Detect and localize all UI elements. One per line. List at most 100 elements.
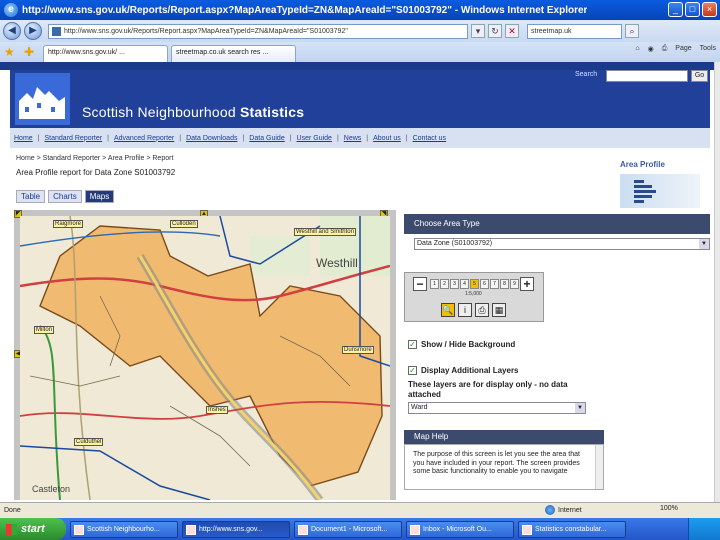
show-hide-background-label: Show / Hide Background xyxy=(421,340,516,349)
nav-separator: | xyxy=(179,134,182,142)
ie-logo-icon: e xyxy=(4,3,18,17)
browser-search-input[interactable]: streetmap.uk xyxy=(527,23,622,39)
map-toolbar: − 1 2 3 4 5 6 7 8 9 + 1:5,000 🔍 i ⎙ ▦ xyxy=(404,272,544,322)
zoom-step[interactable]: 8 xyxy=(500,279,509,289)
site-search-input[interactable] xyxy=(606,70,688,82)
forward-button[interactable]: ▶ xyxy=(24,22,42,40)
taskbar-item[interactable]: Document1 - Microsoft... xyxy=(294,520,402,538)
status-bar: Done Internet 100% xyxy=(0,502,720,518)
map-help-scrollbar[interactable] xyxy=(595,445,603,489)
taskbar-item[interactable]: Inbox - Microsoft Ou... xyxy=(406,520,514,538)
favorites-star-icon[interactable]: ★ xyxy=(4,45,18,59)
browser-tab-sns[interactable]: http://www.sns.gov.uk/ ... xyxy=(43,45,168,62)
status-text: Done xyxy=(4,507,21,514)
url-input[interactable]: http://www.sns.gov.uk/Reports/Report.asp… xyxy=(48,23,468,39)
map-label-raigmore: Raigmore xyxy=(53,220,84,228)
taskbar-item[interactable]: Statistics constabular... xyxy=(518,520,626,538)
home-icon[interactable]: ⌂ xyxy=(635,45,639,53)
zoom-out-button[interactable]: − xyxy=(413,277,427,291)
area-type-select[interactable]: Data Zone (S01003792) ▼ xyxy=(414,238,710,250)
nav-separator: | xyxy=(405,134,408,142)
breadcrumb[interactable]: Home > Standard Reporter > Area Profile … xyxy=(16,155,173,162)
print-map-icon[interactable]: ⎙ xyxy=(475,303,489,317)
show-hide-background-checkbox[interactable]: ✓ xyxy=(408,340,417,349)
zoom-step[interactable]: 2 xyxy=(440,279,449,289)
nav-separator: | xyxy=(289,134,292,142)
window-title-bar: e http://www.sns.gov.uk/Reports/Report.a… xyxy=(0,0,720,20)
system-tray[interactable] xyxy=(688,518,720,540)
browser-tab-row: ★ ✚ http://www.sns.gov.uk/ ... streetmap… xyxy=(0,42,720,62)
taskbar-item[interactable]: Scottish Neighbourho... xyxy=(70,520,178,538)
nav-separator: | xyxy=(336,134,339,142)
taskbar-label: Document1 - Microsoft... xyxy=(311,525,388,533)
nav-user-guide[interactable]: User Guide xyxy=(297,135,332,142)
nav-news[interactable]: News xyxy=(344,135,362,142)
taskbar-item[interactable]: http://www.sns.gov... xyxy=(182,520,290,538)
show-hide-background-row[interactable]: ✓ Show / Hide Background xyxy=(408,340,515,349)
layers-tool-icon[interactable]: ▦ xyxy=(492,303,506,317)
zoom-step[interactable]: 1 xyxy=(430,279,439,289)
zoom-step[interactable]: 9 xyxy=(510,279,519,289)
zoom-step[interactable]: 3 xyxy=(450,279,459,289)
nav-home[interactable]: Home xyxy=(14,135,33,142)
feeds-icon[interactable]: ◉ xyxy=(648,45,654,53)
url-text: http://www.sns.gov.uk/Reports/Report.asp… xyxy=(64,27,348,35)
nav-data-downloads[interactable]: Data Downloads xyxy=(186,135,237,142)
area-map[interactable]: Raigmore Culloden Westhill and Smithton … xyxy=(20,216,390,500)
nav-advanced-reporter[interactable]: Advanced Reporter xyxy=(114,135,174,142)
page-scrollbar[interactable] xyxy=(714,62,720,502)
page-title: Area Profile report for Data Zone S01003… xyxy=(16,168,176,177)
nav-separator: | xyxy=(107,134,109,142)
back-button[interactable]: ◀ xyxy=(3,22,21,40)
stop-icon[interactable]: ✕ xyxy=(505,24,519,38)
nav-standard-reporter[interactable]: Standard Reporter xyxy=(45,135,103,142)
site-banner: Scottish Neighbourhood Statistics Search… xyxy=(10,70,710,128)
info-tool-icon[interactable]: i xyxy=(458,303,472,317)
refresh-icon[interactable]: ↻ xyxy=(488,24,502,38)
nav-separator: | xyxy=(37,134,40,142)
address-dropdown-icon[interactable]: ▾ xyxy=(471,24,485,38)
map-label-culduthel: Culduthel xyxy=(74,438,104,446)
layers-select[interactable]: Ward ▼ xyxy=(408,402,586,414)
zone-label: Internet xyxy=(558,506,582,514)
tools-menu[interactable]: Tools xyxy=(700,45,716,53)
zoom-step[interactable]: 4 xyxy=(460,279,469,289)
site-search-label: Search xyxy=(575,71,598,78)
browser-tab-streetmap[interactable]: streetmap.co.uk search res ... xyxy=(171,45,296,62)
nav-contact-us[interactable]: Contact us xyxy=(413,135,446,142)
nav-about-us[interactable]: About us xyxy=(373,135,401,142)
taskbar-label: Scottish Neighbourho... xyxy=(87,525,160,533)
chevron-down-icon[interactable]: ▼ xyxy=(699,239,709,249)
map-help-text: The purpose of this screen is let you se… xyxy=(413,451,580,475)
app-icon xyxy=(74,524,84,535)
page-menu[interactable]: Page xyxy=(675,45,691,53)
zoom-step[interactable]: 7 xyxy=(490,279,499,289)
zoom-scale: 1 2 3 4 5 6 7 8 9 xyxy=(430,279,519,289)
tab-charts[interactable]: Charts xyxy=(48,190,82,203)
taskbar-label: Inbox - Microsoft Ou... xyxy=(423,525,492,533)
close-window-button[interactable]: × xyxy=(702,2,717,17)
tab-maps[interactable]: Maps xyxy=(84,190,115,203)
report-tabs: Table Charts Maps xyxy=(16,190,115,203)
map-label-westhill-smithton: Westhill and Smithton xyxy=(294,228,356,236)
zoom-step[interactable]: 6 xyxy=(480,279,489,289)
map-frame: ◤ ▲ ◥ ◀ ▶ xyxy=(14,210,396,500)
chevron-down-icon[interactable]: ▼ xyxy=(575,403,585,413)
zoom-tool-icon[interactable]: 🔍 xyxy=(441,303,455,317)
choose-area-header: Choose Area Type xyxy=(404,214,710,234)
start-button[interactable]: start xyxy=(0,518,66,540)
display-layers-row[interactable]: ✓ Display Additional Layers xyxy=(408,366,519,375)
nav-data-guide[interactable]: Data Guide xyxy=(249,135,284,142)
print-icon[interactable]: ⎙ xyxy=(662,45,668,53)
word-icon xyxy=(298,524,308,535)
zoom-in-button[interactable]: + xyxy=(520,277,534,291)
display-layers-checkbox[interactable]: ✓ xyxy=(408,366,417,375)
maximize-button[interactable]: □ xyxy=(685,2,700,17)
site-search-go-button[interactable]: Go xyxy=(691,70,708,82)
add-favorites-icon[interactable]: ✚ xyxy=(24,45,38,59)
tab-table[interactable]: Table xyxy=(16,190,46,203)
zoom-step-selected[interactable]: 5 xyxy=(470,279,479,289)
minimize-button[interactable]: _ xyxy=(668,2,683,17)
zoom-level[interactable]: 100% xyxy=(660,505,678,512)
search-icon[interactable]: ⌕ xyxy=(625,24,639,38)
